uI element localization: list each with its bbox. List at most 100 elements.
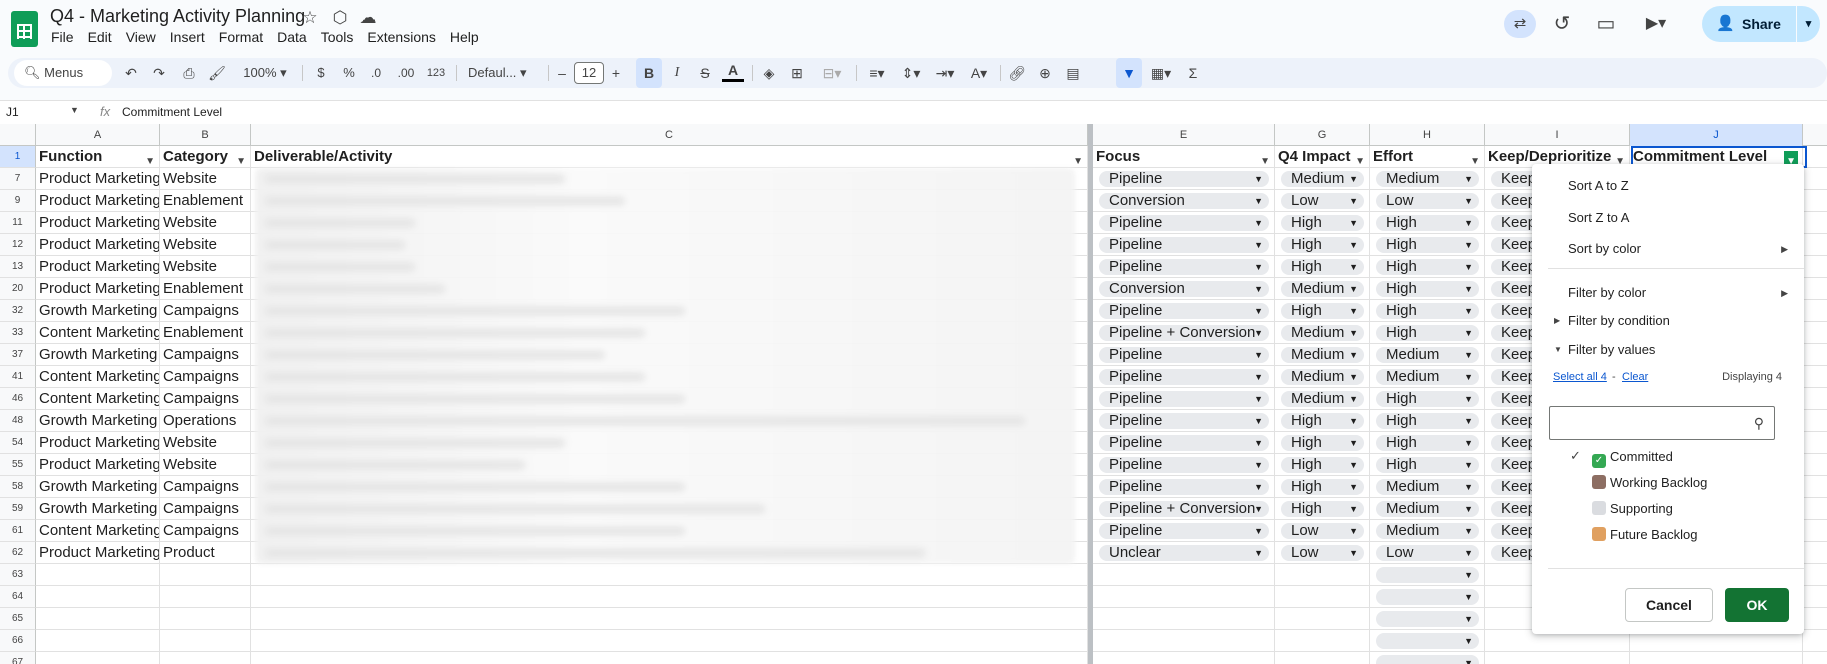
dropdown-chip[interactable]: Medium ▼ [1281,369,1364,385]
undo-icon[interactable]: ↶ [120,58,142,88]
row-header[interactable]: 11 [0,212,36,234]
empty-cell[interactable] [251,630,1088,651]
fill-color-icon[interactable]: ◈ [758,58,780,88]
cell-focus[interactable]: Conversion ▼ [1093,190,1275,211]
empty-cell[interactable] [160,608,251,629]
filter-value-item[interactable]: ✓ Committed [1592,449,1673,468]
cell-impact[interactable]: Low ▼ [1275,190,1370,211]
dropdown-chip[interactable]: High ▼ [1376,391,1479,407]
dropdown-chip[interactable]: Low ▼ [1281,545,1364,561]
cell-effort[interactable]: Medium ▼ [1370,498,1485,519]
dropdown-chip[interactable]: Medium ▼ [1281,347,1364,363]
filter-icon[interactable]: ▼ [1116,58,1142,88]
cell-category[interactable]: Website [160,454,251,475]
dropdown-chip[interactable]: Unclear ▼ [1099,545,1269,561]
empty-dropdown-chip[interactable]: ▼ [1376,633,1479,649]
cell-focus[interactable]: Pipeline ▼ [1093,388,1275,409]
text-wrapping-icon[interactable]: ⇥▾ [930,58,960,88]
dropdown-chip[interactable]: Pipeline ▼ [1099,369,1269,385]
insert-link-icon[interactable]: 🔗︎ [1006,58,1028,88]
dropdown-chip[interactable]: Pipeline ▼ [1099,171,1269,187]
menu-insert[interactable]: Insert [163,29,212,45]
dropdown-chip[interactable]: Medium ▼ [1376,479,1479,495]
row-header[interactable]: 33 [0,322,36,344]
cell-category[interactable]: Product [160,542,251,563]
dropdown-chip[interactable]: Low ▼ [1281,523,1364,539]
dropdown-chip[interactable]: Medium ▼ [1376,347,1479,363]
column-header-j[interactable]: J [1630,124,1803,146]
increase-decimal-button[interactable]: .00 [392,58,420,88]
dropdown-chip[interactable]: Pipeline ▼ [1099,523,1269,539]
empty-cell[interactable] [160,652,251,664]
menu-tools[interactable]: Tools [314,29,361,45]
empty-cell[interactable] [1275,586,1370,607]
cell-focus[interactable]: Pipeline ▼ [1093,234,1275,255]
dropdown-chip[interactable]: Medium ▼ [1376,523,1479,539]
move-folder-icon[interactable]: ⬡ [330,8,350,28]
dropdown-chip[interactable]: Medium ▼ [1376,369,1479,385]
cell-focus[interactable]: Pipeline ▼ [1093,520,1275,541]
dropdown-chip[interactable]: High ▼ [1376,303,1479,319]
row-header[interactable]: 65 [0,608,36,630]
empty-cell[interactable] [1093,586,1275,607]
empty-cell[interactable] [1093,608,1275,629]
cell-effort[interactable]: Low ▼ [1370,190,1485,211]
star-icon[interactable]: ☆ [300,8,320,28]
cloud-status-icon[interactable]: ☁ [358,8,378,28]
empty-cell[interactable] [36,608,160,629]
row-header[interactable]: 64 [0,586,36,608]
filter-by-color[interactable]: Filter by color [1568,285,1646,300]
cell-focus[interactable]: Unclear ▼ [1093,542,1275,563]
insert-chart-icon[interactable]: ▤ [1062,58,1084,88]
empty-cell[interactable] [1485,652,1630,664]
column-filter-icon[interactable]: ▼ [1355,151,1365,167]
font-family-select[interactable]: Defaul... ▾ [462,58,546,88]
empty-cell[interactable] [251,586,1088,607]
expand-arrow-icon[interactable]: ▶ [1554,316,1560,325]
cell-function[interactable]: Growth Marketing [36,410,160,431]
zoom-select[interactable]: 100% ▾ [234,58,296,88]
cell-category[interactable]: Enablement [160,278,251,299]
sort-by-color[interactable]: Sort by color [1568,241,1641,256]
row-header[interactable]: 9 [0,190,36,212]
meet-icon[interactable]: ▶▾ [1640,12,1672,36]
cell-effort[interactable]: Low ▼ [1370,542,1485,563]
cell-focus[interactable]: Conversion ▼ [1093,278,1275,299]
dropdown-chip[interactable]: Pipeline + Conversion ▼ [1099,501,1269,517]
row-header[interactable]: 55 [0,454,36,476]
row-header[interactable]: 61 [0,520,36,542]
cell-focus[interactable]: Pipeline + Conversion ▼ [1093,498,1275,519]
row-header[interactable]: 41 [0,366,36,388]
cell-impact[interactable]: High ▼ [1275,212,1370,233]
dropdown-chip[interactable]: High ▼ [1281,435,1364,451]
menus-search-button[interactable]: 🔍︎ Menus [14,60,112,86]
dropdown-chip[interactable]: Medium ▼ [1281,325,1364,341]
row-header[interactable]: 32 [0,300,36,322]
cell-impact[interactable]: High ▼ [1275,432,1370,453]
empty-cell[interactable] [160,564,251,585]
cell-category[interactable]: Campaigns [160,366,251,387]
cell-function[interactable]: Content Marketing [36,388,160,409]
filter-values-search-input[interactable]: ⚲ [1549,406,1775,440]
cell-category[interactable]: Enablement [160,322,251,343]
cell-function[interactable]: Product Marketing [36,168,160,189]
dropdown-chip[interactable]: High ▼ [1376,281,1479,297]
empty-cell[interactable] [1093,652,1275,664]
dropdown-chip[interactable]: High ▼ [1376,215,1479,231]
row-header[interactable]: 46 [0,388,36,410]
cell-function[interactable]: Growth Marketing [36,300,160,321]
name-box-dropdown-icon[interactable]: ▼ [70,105,79,115]
row-header[interactable]: 1 [0,146,36,168]
cell-impact[interactable]: High ▼ [1275,476,1370,497]
filter-value-item[interactable]: Supporting [1592,501,1673,516]
present-icon[interactable]: ⇄ [1504,10,1536,38]
row-header[interactable]: 63 [0,564,36,586]
cell-impact[interactable]: Low ▼ [1275,542,1370,563]
dropdown-chip[interactable]: Medium ▼ [1281,391,1364,407]
dropdown-chip[interactable]: Medium ▼ [1376,171,1479,187]
percent-format-button[interactable]: % [338,58,360,88]
dropdown-chip[interactable]: High ▼ [1281,303,1364,319]
cell-category[interactable]: Website [160,234,251,255]
header-cell-category[interactable]: Category ▼ [160,146,251,167]
menu-file[interactable]: File [44,29,81,45]
